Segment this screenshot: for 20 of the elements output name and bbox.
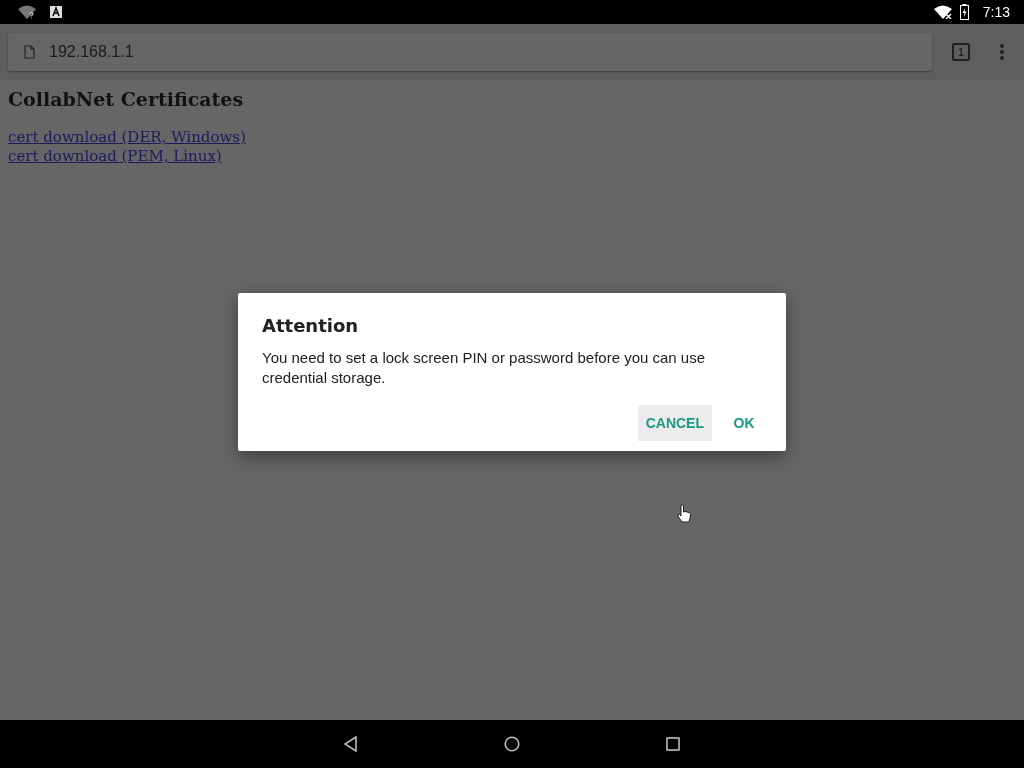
dialog-button[interactable]: OK [716,405,772,441]
home-icon[interactable] [504,736,520,752]
dialog-button[interactable]: CANCEL [637,405,712,441]
address-bar[interactable]: 192.168.1.1 [8,33,932,71]
hand-cursor-icon [676,504,692,524]
download-link[interactable]: cert download (DER, Windows) [8,128,246,147]
more-menu-icon[interactable] [1000,44,1004,60]
dialog-message: You need to set a lock screen PIN or password before you can use credential storage. [262,348,707,387]
page-heading: CollabNet Certificates [8,88,244,110]
page-icon [24,45,35,59]
back-icon[interactable] [344,736,358,752]
clock-time: 7:13 [982,4,1010,20]
download-link[interactable]: cert download (PEM, Linux) [8,147,222,166]
dialog-title: Attention [262,315,360,336]
recents-icon[interactable] [666,737,680,751]
notification-letter-icon [50,6,62,18]
battery-charging-icon [959,4,969,20]
wifi-off-icon [933,5,952,19]
wifi-question-icon [18,5,36,19]
tab-count-button[interactable]: 1 [952,43,970,61]
